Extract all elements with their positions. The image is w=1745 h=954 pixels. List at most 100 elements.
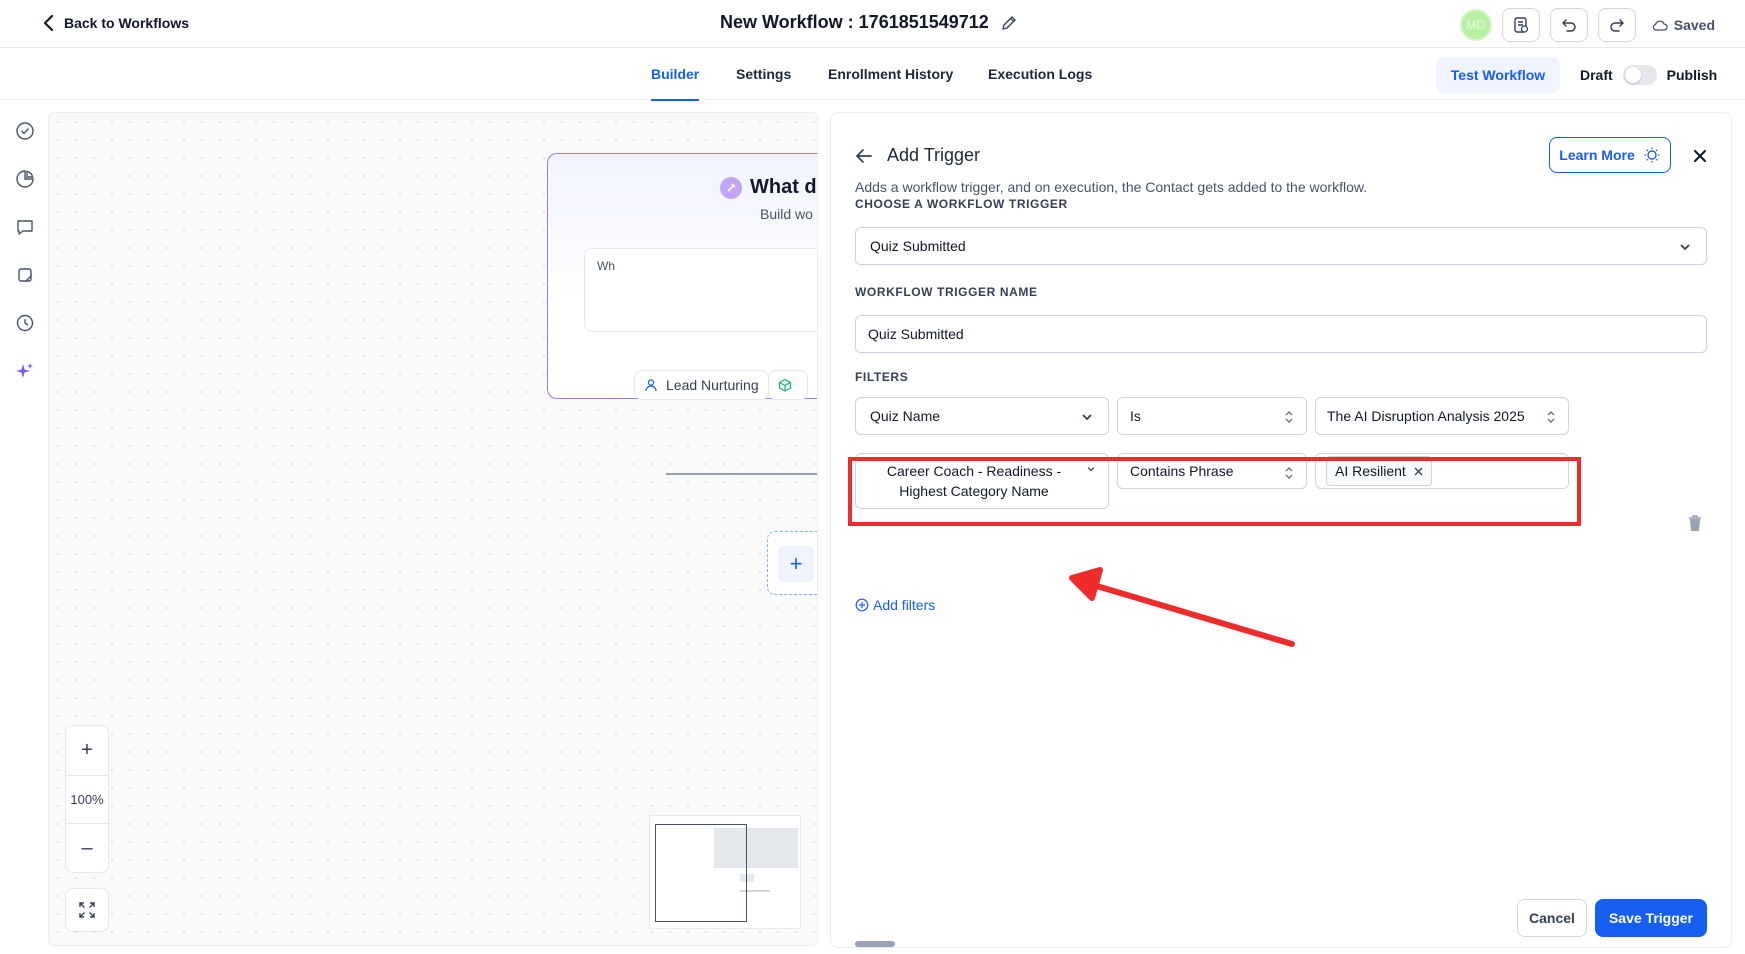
filters-label: FILTERS [855,370,909,384]
filter-1-operator: Is [1130,408,1141,424]
check-circle-icon[interactable] [14,120,36,142]
connector-line [666,473,817,475]
value-tag: AI Resilient [1326,456,1432,486]
lightbulb-icon [1644,147,1660,163]
remove-tag-icon[interactable] [1414,467,1423,476]
top-bar: Back to Workflows New Workflow : 1761851… [0,0,1745,48]
pie-chart-icon[interactable] [14,168,36,190]
chevron-down-icon [1082,414,1092,421]
sparkle-icon[interactable] [14,360,36,382]
sort-arrows-icon [1285,411,1293,423]
filter-2-field: Career Coach - Readiness - Highest Categ… [886,463,1062,499]
minimap-viewport[interactable] [655,824,747,922]
workflow-title: New Workflow : 1761851549712 [720,12,1017,33]
left-sidebar [0,100,48,954]
box-chip[interactable] [768,370,808,400]
learn-more-label: Learn More [1559,147,1635,163]
plus-icon[interactable]: + [778,546,814,582]
panel-header: Add Trigger [855,145,980,166]
panel-description: Adds a workflow trigger, and on executio… [855,179,1368,195]
tab-builder[interactable]: Builder [651,66,700,101]
node-heading-text: What d [750,176,817,198]
tab-execution-logs[interactable]: Execution Logs [988,66,1092,82]
trash-icon[interactable] [1687,513,1703,533]
filter-2-value-input[interactable]: AI Resilient [1315,453,1569,489]
note-icon[interactable] [14,264,36,286]
avatar[interactable]: MD [1459,9,1492,41]
plus-circle-icon [855,598,869,612]
cancel-button[interactable]: Cancel [1517,899,1587,937]
chevron-left-icon [43,14,54,32]
trigger-name-label: WORKFLOW TRIGGER NAME [855,285,1038,299]
add-step-placeholder[interactable]: + [767,531,817,595]
zoom-controls: + 100% – [65,725,109,873]
value-tag-label: AI Resilient [1335,463,1406,479]
top-right-actions: MD Saved [1459,8,1715,42]
filter-1-field: Quiz Name [870,408,941,424]
learn-more-button[interactable]: Learn More [1549,137,1671,173]
sort-arrows-icon [1285,467,1293,479]
minimap[interactable] [649,815,801,929]
tab-enrollment-history[interactable]: Enrollment History [828,66,953,82]
lead-nurturing-chip[interactable]: Lead Nurturing [634,370,769,400]
tab-bar: Builder Settings Enrollment History Exec… [0,48,1745,101]
trigger-select-value: Quiz Submitted [870,238,966,254]
back-to-workflows-link[interactable]: Back to Workflows [42,14,189,32]
message-icon[interactable] [14,216,36,238]
chevron-down-icon [1680,244,1690,251]
ai-sparkle-badge-icon [720,176,742,199]
redo-button[interactable] [1597,8,1636,42]
filters-section [855,403,1707,687]
user-icon [645,379,657,392]
back-label: Back to Workflows [64,15,189,31]
workflow-canvas[interactable]: What d Build wo Wh Lead Nurturing + + 10… [48,112,818,946]
undo-icon [1562,19,1576,32]
test-workflow-button[interactable]: Test Workflow [1436,57,1560,93]
filter-1-value: The AI Disruption Analysis 2025 [1327,408,1525,424]
add-filters-label: Add filters [873,597,936,613]
panel-title: Add Trigger [887,145,981,165]
trigger-select[interactable]: Quiz Submitted [855,227,1707,265]
publish-toggle[interactable] [1622,65,1657,85]
tab-settings[interactable]: Settings [736,66,791,82]
arrow-left-icon[interactable] [855,148,873,164]
zoom-out-button[interactable]: – [66,824,108,873]
save-trigger-button[interactable]: Save Trigger [1595,899,1707,937]
saved-label: Saved [1673,17,1715,33]
close-icon[interactable] [1691,147,1709,165]
cube-icon [778,378,792,392]
node-subtitle: Build wo [760,206,813,222]
cloud-icon [1652,20,1668,31]
filter-2-field-select[interactable]: Career Coach - Readiness - Highest Categ… [855,453,1109,509]
node-heading: What d [720,176,817,199]
workflow-title-text: New Workflow : 1761851549712 [720,12,989,32]
redo-icon [1610,19,1624,32]
undo-button[interactable] [1549,8,1588,42]
filter-1-value-select[interactable]: The AI Disruption Analysis 2025 [1315,397,1569,435]
filter-1-operator-select[interactable]: Is [1117,397,1307,435]
fit-view-button[interactable] [65,888,109,932]
publish-label: Publish [1666,67,1718,83]
chip-label: Lead Nurturing [666,377,759,393]
edit-pencil-icon[interactable] [1001,15,1017,31]
zoom-level: 100% [66,775,108,824]
ai-builder-node[interactable]: What d Build wo Wh Lead Nurturing [547,153,817,400]
sort-arrows-icon [1547,411,1555,423]
trigger-name-input[interactable]: Quiz Submitted [855,315,1707,353]
history-icon[interactable] [14,312,36,334]
document-check-icon [1514,17,1528,33]
notes-button[interactable] [1501,8,1540,42]
expand-icon [79,902,95,918]
horizontal-scrollbar[interactable] [855,941,895,947]
zoom-in-button[interactable]: + [66,726,108,775]
filter-1-field-select[interactable]: Quiz Name [855,397,1109,435]
filter-2-operator: Contains Phrase [1130,463,1234,479]
add-filters-link[interactable]: Add filters [855,597,935,613]
draft-label: Draft [1580,67,1613,83]
saved-status: Saved [1652,17,1715,33]
node-prompt-input[interactable]: Wh [584,248,817,332]
filter-2-operator-select[interactable]: Contains Phrase [1117,453,1307,489]
choose-trigger-label: CHOOSE A WORKFLOW TRIGGER [855,197,1068,211]
add-trigger-panel: Add Trigger Adds a workflow trigger, and… [830,112,1732,948]
publish-toggle-group: Draft Publish [1580,65,1717,85]
